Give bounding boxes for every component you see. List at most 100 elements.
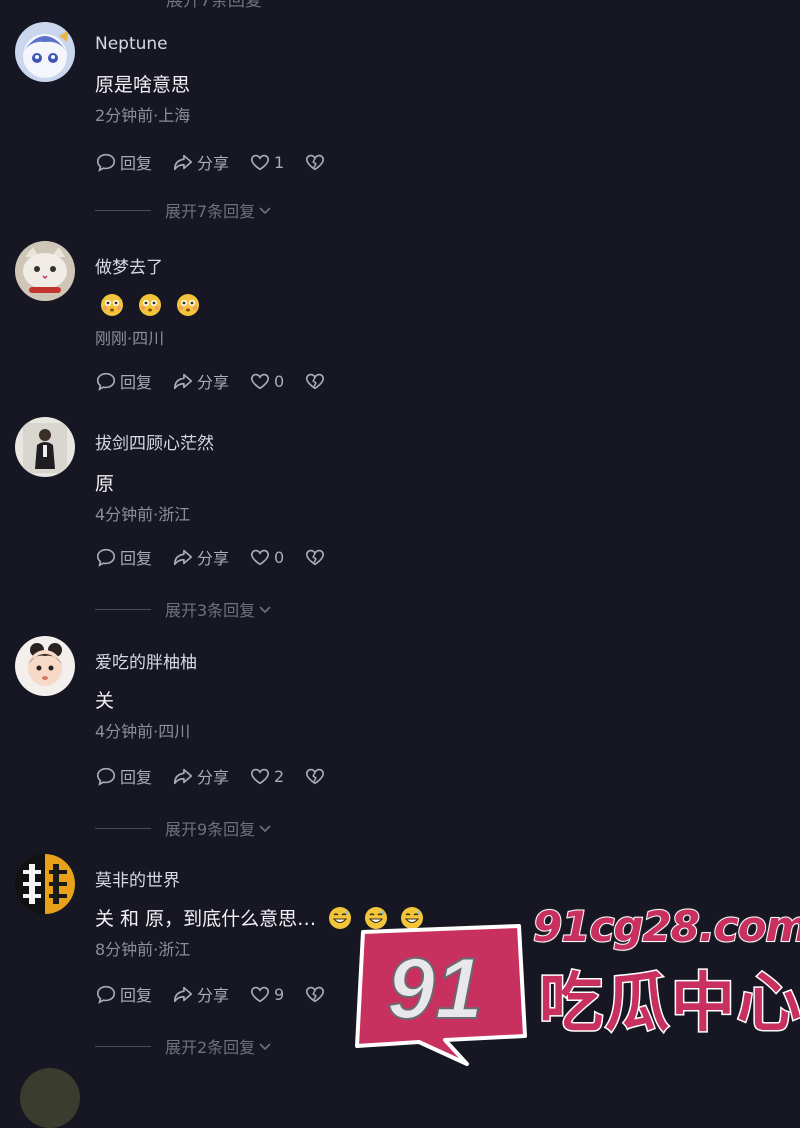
share-button[interactable]: 分享	[172, 982, 229, 1006]
comment-actions: 回复 分享 9	[95, 982, 346, 1006]
avatar[interactable]	[15, 854, 75, 914]
comment-content: 关	[95, 686, 114, 713]
comment-content: 原	[95, 469, 114, 496]
chevron-down-icon	[259, 825, 271, 833]
like-button[interactable]: 2	[249, 765, 284, 787]
comment-item: 爱吃的胖柚柚 关 4分钟前·四川 回复 分享 2 展开9条回复	[0, 636, 800, 839]
like-button[interactable]: 0	[249, 546, 284, 568]
like-count: 9	[274, 984, 285, 1004]
share-icon	[173, 768, 193, 785]
expand-replies-cut[interactable]: 展开7条回复	[166, 0, 262, 11]
watermark-badge: 91	[349, 924, 527, 1066]
comment-text: 原	[95, 473, 115, 495]
reply-button[interactable]: 回复	[95, 764, 152, 788]
share-label: 分享	[197, 549, 230, 568]
watermark-name: 吃瓜中心	[538, 966, 800, 1043]
baby-avatar-icon	[15, 636, 75, 696]
divider-line	[95, 608, 151, 610]
reply-icon	[96, 548, 116, 567]
avatar[interactable]	[15, 241, 75, 301]
avatar[interactable]	[15, 417, 75, 477]
expand-label: 展开9条回复	[165, 820, 256, 839]
broken-heart-icon	[306, 986, 325, 1003]
reply-button[interactable]: 回复	[95, 150, 152, 174]
comment-meta: 4分钟前·浙江	[95, 505, 191, 524]
avatar[interactable]	[20, 1068, 80, 1128]
broken-heart-icon	[306, 768, 325, 785]
comment-actions: 回复 分享 2	[95, 764, 346, 788]
expand-label: 展开2条回复	[165, 1038, 256, 1057]
share-icon	[173, 154, 193, 171]
username[interactable]: 拔剑四顾心茫然	[95, 429, 214, 454]
chevron-down-icon	[259, 606, 271, 614]
share-button[interactable]: 分享	[172, 369, 229, 393]
reply-button[interactable]: 回复	[95, 982, 152, 1006]
reply-icon	[96, 153, 116, 172]
comment-meta: 刚刚·四川	[95, 329, 165, 348]
heart-icon	[251, 549, 270, 566]
username[interactable]: 做梦去了	[95, 253, 163, 278]
dislike-button[interactable]	[304, 370, 326, 392]
avatar[interactable]	[15, 636, 75, 696]
chevron-down-icon	[259, 207, 271, 215]
logo-avatar-icon	[15, 854, 75, 914]
broken-heart-icon	[306, 549, 325, 566]
dislike-button[interactable]	[304, 983, 326, 1005]
share-button[interactable]: 分享	[172, 764, 229, 788]
cat-avatar-icon	[15, 241, 75, 301]
like-button[interactable]: 1	[249, 151, 284, 173]
reply-icon	[96, 372, 116, 391]
share-button[interactable]: 分享	[172, 150, 229, 174]
expand-label: 展开3条回复	[165, 601, 256, 620]
dislike-button[interactable]	[304, 546, 326, 568]
share-button[interactable]: 分享	[172, 545, 229, 569]
dislike-button[interactable]	[304, 765, 326, 787]
reply-button[interactable]: 回复	[95, 369, 152, 393]
reply-icon	[96, 767, 116, 786]
divider-line	[95, 1045, 151, 1047]
expand-replies[interactable]: 展开2条回复	[95, 1034, 272, 1058]
reply-label: 回复	[120, 154, 153, 173]
flushed-emoji-icon	[100, 293, 124, 317]
share-icon	[173, 549, 193, 566]
comment-content: 原是啥意思	[95, 70, 190, 97]
share-icon	[173, 986, 193, 1003]
watermark: 91 91cg28.com 吃瓜中心	[345, 900, 800, 1070]
comment-text: 原是啥意思	[95, 74, 191, 96]
anime-avatar-icon	[15, 22, 75, 82]
expand-replies[interactable]: 展开7条回复	[95, 198, 272, 222]
expand-replies[interactable]: 展开3条回复	[95, 597, 272, 621]
username[interactable]: 莫非的世界	[95, 866, 180, 891]
like-button[interactable]: 0	[249, 370, 284, 392]
divider-line	[95, 827, 151, 829]
share-label: 分享	[197, 768, 230, 787]
comment-item: 做梦去了 刚刚·四川 回复 分享 0	[0, 241, 800, 441]
avatar[interactable]	[15, 22, 75, 82]
dislike-button[interactable]	[304, 151, 326, 173]
comment-meta: 2分钟前·上海	[95, 106, 191, 125]
comment-item: Neptune 原是啥意思 2分钟前·上海 回复 分享 1 展开7条回复	[0, 22, 800, 222]
share-label: 分享	[197, 154, 230, 173]
heart-icon	[251, 154, 270, 171]
comment-meta: 8分钟前·浙江	[95, 940, 191, 959]
comment-actions: 回复 分享 1	[95, 150, 346, 174]
heart-icon	[251, 986, 270, 1003]
chevron-down-icon	[259, 1043, 271, 1051]
heart-icon	[251, 768, 270, 785]
share-icon	[173, 373, 193, 390]
flushed-emoji-icon	[176, 293, 200, 317]
expand-label: 展开7条回复	[165, 202, 256, 221]
reply-button[interactable]: 回复	[95, 545, 152, 569]
like-count: 0	[274, 547, 285, 567]
expand-replies[interactable]: 展开9条回复	[95, 816, 272, 840]
like-button[interactable]: 9	[249, 983, 284, 1005]
comment-actions: 回复 分享 0	[95, 545, 346, 569]
emoji-row	[100, 293, 200, 317]
divider-line	[95, 209, 151, 211]
reply-label: 回复	[120, 373, 153, 392]
person-avatar-icon	[15, 417, 75, 477]
username[interactable]: 爱吃的胖柚柚	[95, 648, 197, 673]
username[interactable]: Neptune	[95, 34, 168, 54]
comment-item: 拔剑四顾心茫然 原 4分钟前·浙江 回复 分享 0 展开3条回复	[0, 417, 800, 620]
reply-label: 回复	[120, 768, 153, 787]
